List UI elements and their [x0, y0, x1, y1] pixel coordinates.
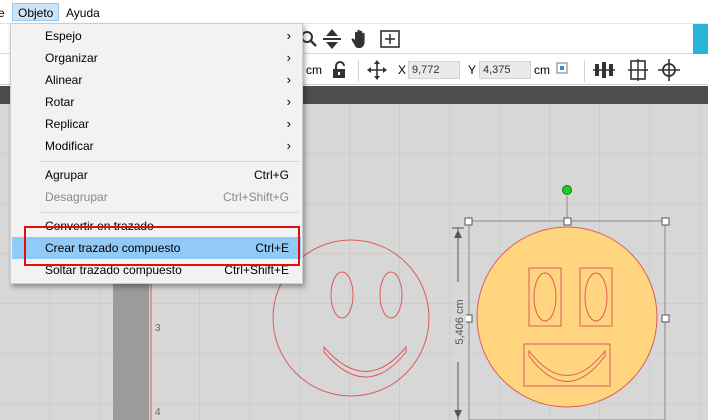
- lock-icon[interactable]: [328, 58, 352, 82]
- chevron-right-icon: ›: [286, 116, 291, 131]
- menu-item-modificar[interactable]: Modificar ›: [12, 135, 301, 157]
- move-down-icon[interactable]: [320, 27, 344, 51]
- menu-objeto[interactable]: Objeto: [12, 3, 60, 21]
- ruler-label-3: 3: [155, 323, 161, 334]
- menu-item-rotar[interactable]: Rotar ›: [12, 91, 301, 113]
- chevron-right-icon: ›: [286, 138, 291, 153]
- resize-handle-tc: [563, 217, 572, 226]
- pan-hand-icon[interactable]: [348, 27, 372, 51]
- menu-item-desagrupar[interactable]: Desagrupar Ctrl+Shift+G: [12, 186, 301, 208]
- menu-separator: [41, 212, 299, 213]
- dimension-label: 5,406 cm: [454, 282, 466, 362]
- menu-bar: e Objeto Ayuda: [0, 0, 708, 24]
- chevron-right-icon: ›: [286, 72, 291, 87]
- focus-highlight-box: [24, 226, 300, 266]
- menu-ayuda[interactable]: Ayuda: [66, 4, 100, 22]
- resize-handle-ml: [464, 314, 473, 323]
- x-position-input[interactable]: 9,772: [408, 61, 460, 79]
- x-label: X: [398, 63, 407, 77]
- menu-separator: [41, 161, 299, 162]
- chevron-right-icon: ›: [286, 94, 291, 109]
- menu-item-organizar[interactable]: Organizar ›: [12, 47, 301, 69]
- reference-point-icon[interactable]: [553, 59, 573, 79]
- y-label: Y: [468, 63, 477, 77]
- separator: [584, 60, 585, 82]
- align-center-icon[interactable]: [626, 58, 650, 82]
- menu-item-agrupar[interactable]: Agrupar Ctrl+G: [12, 164, 301, 186]
- fit-page-icon[interactable]: [378, 27, 402, 51]
- crosshair-icon[interactable]: [657, 58, 681, 82]
- y-position-input[interactable]: 4,375: [479, 61, 531, 79]
- resize-handle-tl: [464, 217, 473, 226]
- menu-item-alinear[interactable]: Alinear ›: [12, 69, 301, 91]
- resize-handle-mr: [661, 314, 670, 323]
- chevron-right-icon: ›: [286, 50, 291, 65]
- panel-accent: [693, 24, 708, 54]
- menu-item-edit[interactable]: e: [0, 4, 5, 22]
- menu-item-espejo[interactable]: Espejo ›: [12, 25, 301, 47]
- ruler-label-4: 4: [155, 407, 161, 418]
- smiley-filled[interactable]: [476, 226, 658, 408]
- chevron-right-icon: ›: [286, 28, 291, 43]
- separator: [358, 60, 359, 82]
- menu-item-replicar[interactable]: Replicar ›: [12, 113, 301, 135]
- align-distribute-icon[interactable]: [592, 58, 616, 82]
- resize-handle-tr: [661, 217, 670, 226]
- unit-label-right: cm: [534, 63, 550, 77]
- rotate-handle: [562, 185, 572, 195]
- move-arrows-icon[interactable]: [365, 58, 389, 82]
- unit-label: cm: [306, 63, 322, 77]
